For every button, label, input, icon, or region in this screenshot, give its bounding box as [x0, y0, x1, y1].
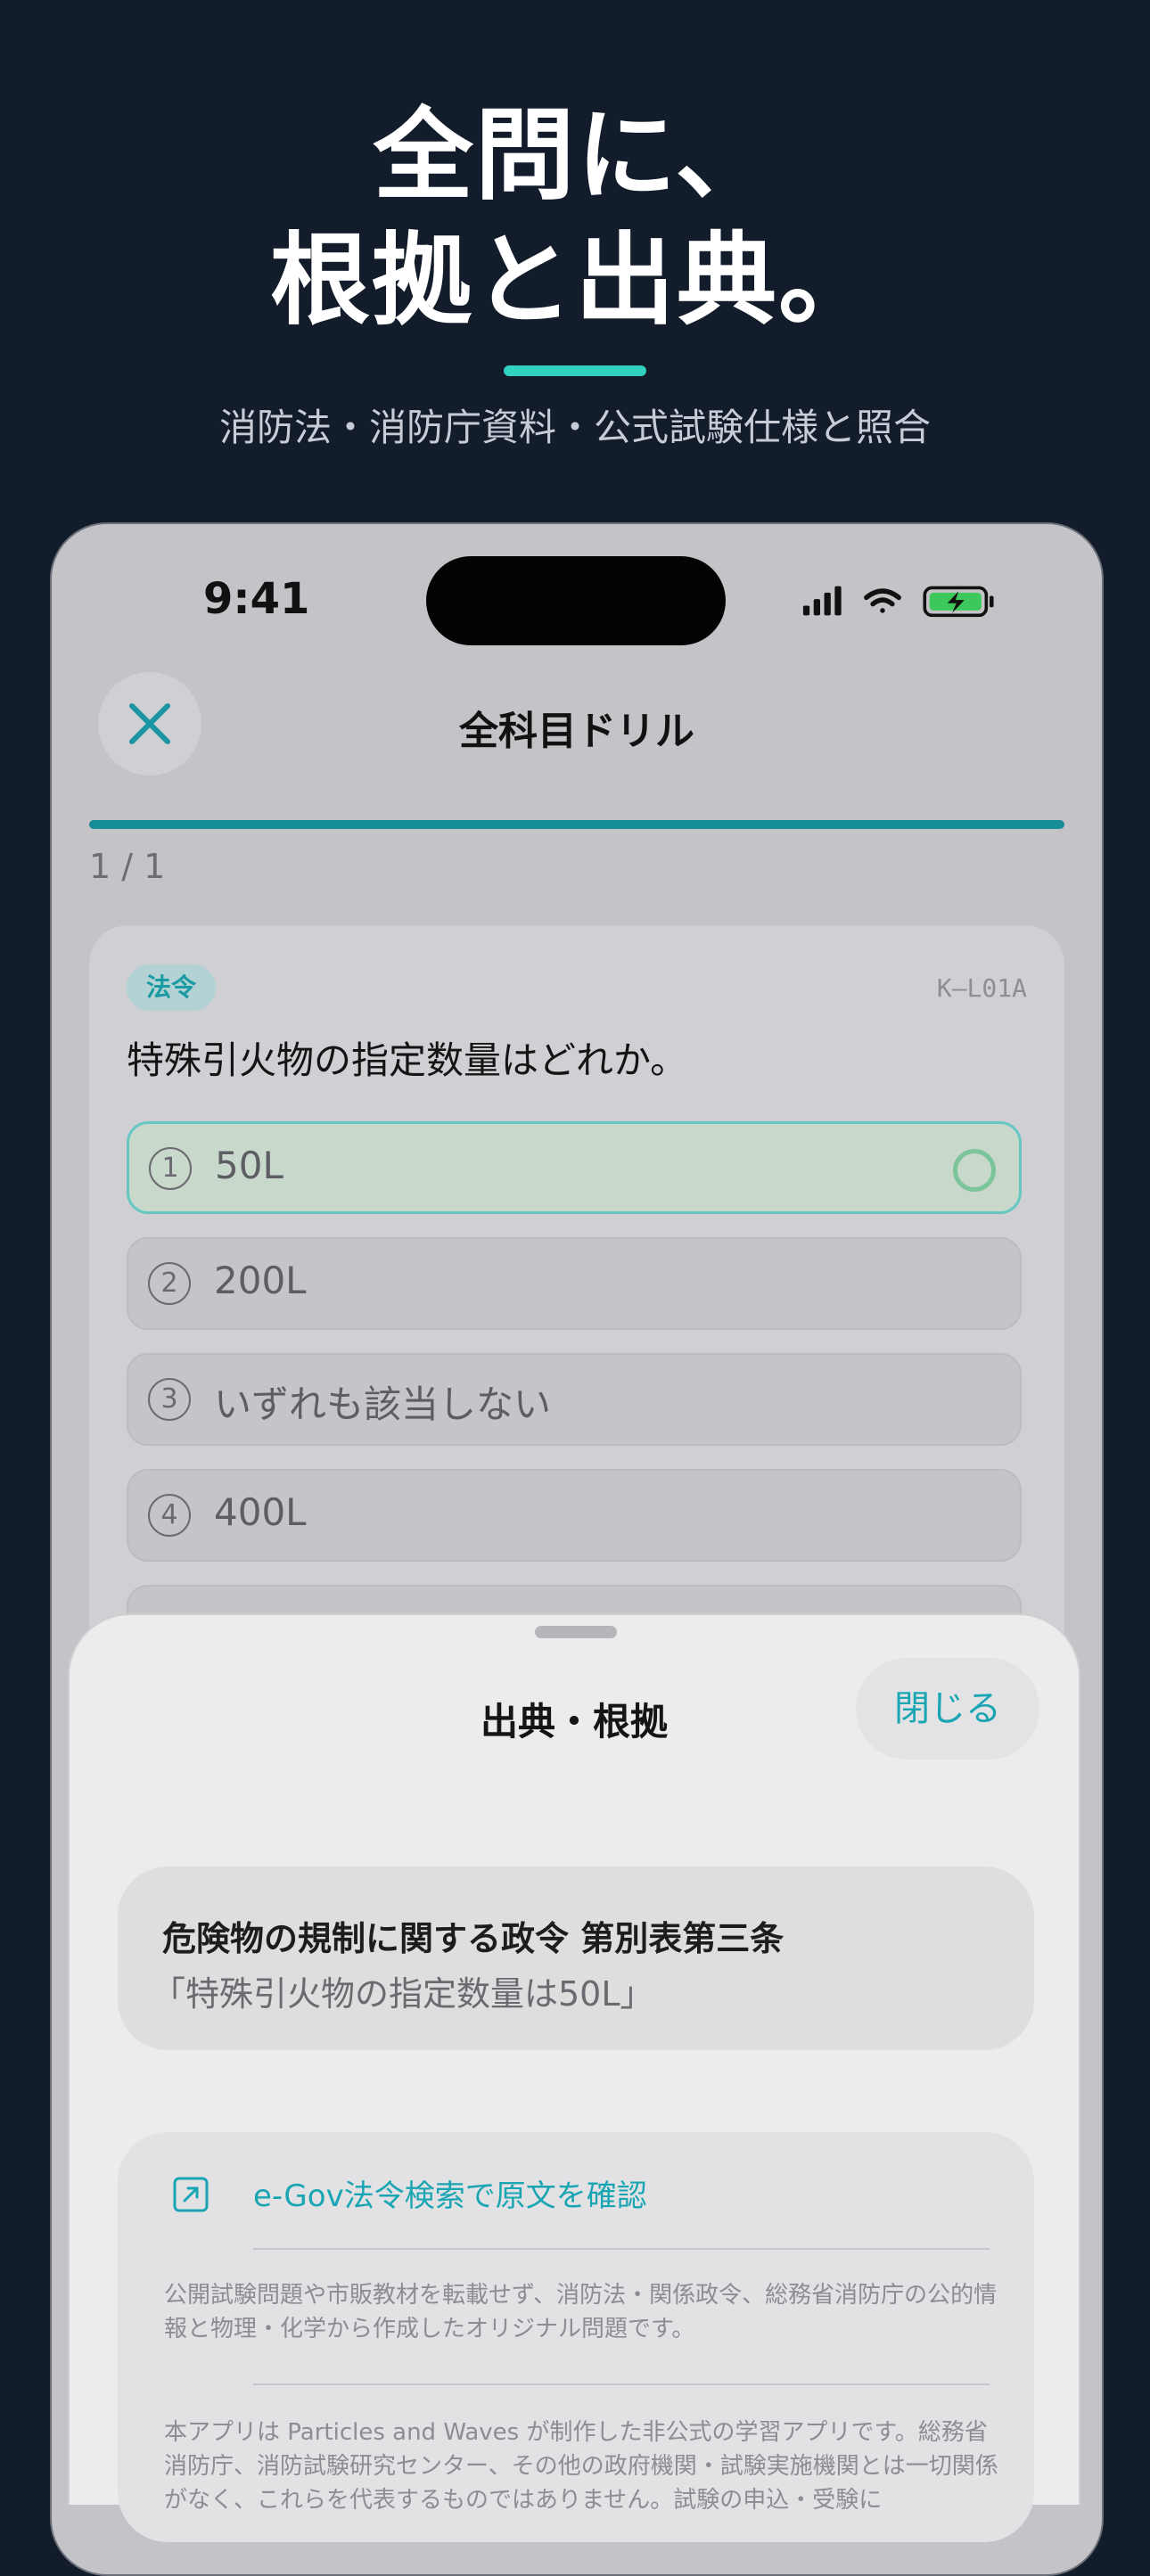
answer-option[interactable]: 1 50L [127, 1121, 1022, 1214]
question-text: 特殊引火物の指定数量はどれか。 [127, 1038, 688, 1082]
option-label: 50L [215, 1144, 283, 1187]
correct-circle-icon [953, 1149, 996, 1192]
option-number: 1 [149, 1147, 192, 1190]
progress-fill [89, 820, 1064, 829]
external-link-icon [173, 2177, 209, 2212]
progress-label: 1 / 1 [89, 847, 166, 886]
option-number: 2 [148, 1262, 191, 1305]
divider [253, 2248, 990, 2250]
hero-subtitle: 消防法・消防庁資料・公式試験仕様と照合 [218, 406, 931, 449]
wifi-icon [864, 588, 901, 613]
hero-title: 全問に、 根拠と出典。 [0, 94, 1150, 343]
divider [253, 2383, 990, 2385]
battery-charging-icon [923, 586, 994, 618]
source-sheet: 出典・根拠 閉じる 危険物の規制に関する政令 第別表第三条 「特殊引火物の指定数… [68, 1613, 1080, 2542]
citation-law: 危険物の規制に関する政令 第別表第三条 [162, 1919, 784, 1958]
status-icons [802, 586, 994, 618]
option-number: 3 [148, 1378, 191, 1421]
hero-title-line1: 全問に、 [373, 98, 777, 214]
dynamic-island [426, 556, 726, 645]
progress-bar [89, 820, 1064, 829]
option-label: いずれも該当しない [214, 1382, 552, 1426]
category-badge: 法令 [127, 964, 217, 1011]
egov-link[interactable]: e-Gov法令検索で原文を確認 [253, 2171, 647, 2215]
citation-quote: 「特殊引火物の指定数量は50L」 [152, 1974, 654, 2014]
option-label: 400L [214, 1490, 307, 1534]
answer-option[interactable]: 3 いずれも該当しない [127, 1353, 1022, 1446]
option-label: 200L [214, 1259, 307, 1302]
question-id: K–L01A [936, 973, 1027, 1003]
citation-card: 危険物の規制に関する政令 第別表第三条 「特殊引火物の指定数量は50L」 [118, 1866, 1034, 2050]
info-card: e-Gov法令検索で原文を確認 公開試験問題や市販教材を転載せず、消防法・関係政… [118, 2132, 1034, 2542]
signal-icon [802, 586, 842, 616]
answer-option[interactable]: 2 200L [127, 1237, 1022, 1330]
status-time: 9:41 [203, 574, 310, 624]
hero-title-line2: 根拠と出典。 [270, 223, 880, 339]
sheet-grabber[interactable] [535, 1626, 617, 1638]
answer-option[interactable]: 4 400L [127, 1469, 1022, 1562]
nav-title: 全科目ドリル [459, 709, 694, 754]
option-number: 4 [148, 1494, 191, 1537]
sheet-close-button[interactable]: 閉じる [856, 1658, 1039, 1760]
disclaimer-note: 本アプリは Particles and Waves が制作した非公式の学習アプリ… [164, 2419, 998, 2514]
hero-accent-rule [504, 365, 646, 376]
original-content-note: 公開試験問題や市販教材を転載せず、消防法・関係政令、総務省消防庁の公的情報と物理… [164, 2282, 998, 2342]
